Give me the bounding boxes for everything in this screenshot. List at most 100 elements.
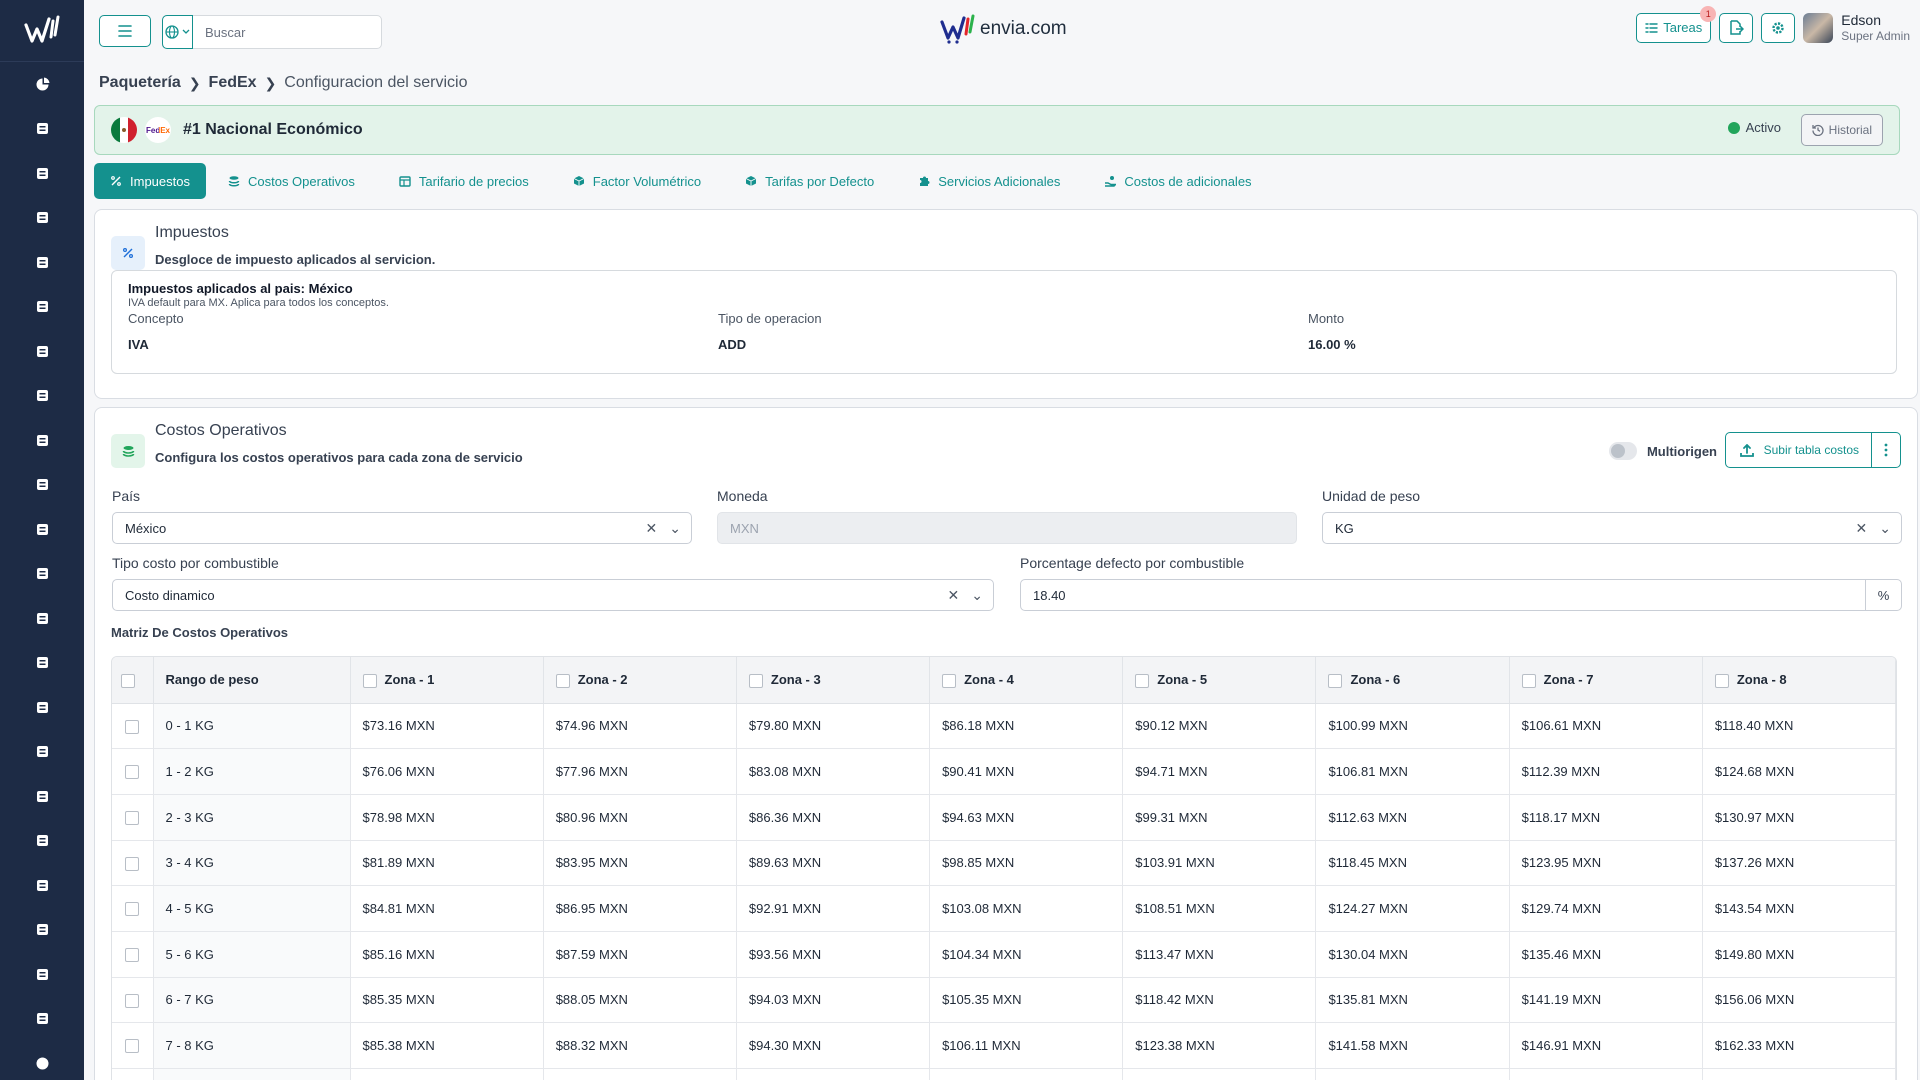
cost-cell[interactable]: $90.41 MXN [929,748,1124,795]
cost-cell[interactable]: $104.34 MXN [929,931,1124,978]
cost-cell[interactable]: $85.16 MXN [350,931,544,978]
tareas-button[interactable]: Tareas 1 [1636,5,1717,43]
cost-cell[interactable]: $94.30 MXN [736,1022,931,1069]
more-options-button[interactable] [1872,433,1900,467]
avatar[interactable] [1803,12,1834,43]
cost-cell[interactable]: $78.98 MXN [350,794,544,841]
cost-cell[interactable]: $113.47 MXN [1122,931,1317,978]
cost-cell[interactable]: $98.85 MXN [929,840,1124,887]
cost-cell[interactable]: $106.11 MXN [929,1022,1124,1069]
sidebar-item[interactable] [0,374,84,419]
zone-checkbox[interactable] [1328,673,1343,688]
sidebar-item[interactable] [0,62,84,107]
chevron-down-icon[interactable]: ⌄ [1879,520,1891,537]
cost-cell[interactable]: $162.33 MXN [1702,1022,1896,1069]
zone-checkbox[interactable] [942,673,957,688]
sidebar-item[interactable] [0,685,84,730]
select-all-checkbox[interactable] [121,673,136,688]
cost-cell[interactable]: $84.81 MXN [350,885,544,932]
sidebar-item[interactable] [0,463,84,508]
sidebar-logo[interactable] [0,0,84,62]
sidebar-item[interactable] [0,730,84,775]
cost-cell[interactable]: $129.74 MXN [1509,885,1703,932]
row-checkbox[interactable] [125,856,140,871]
zone-checkbox[interactable] [1521,673,1536,688]
language-button[interactable] [162,15,193,49]
tab-tarifas-por-defecto[interactable]: Tarifas por Defecto [723,163,896,199]
porcentaje-combustible-input[interactable]: 18.40 % [1020,579,1902,611]
sidebar-item[interactable] [0,819,84,864]
cost-cell[interactable]: $143.54 MXN [1702,885,1896,932]
cost-cell[interactable]: $147.35 MXN [1315,1068,1510,1080]
sidebar-item[interactable] [0,107,84,152]
cost-cell[interactable]: $81.89 MXN [350,840,544,887]
cost-cell[interactable]: $85.38 MXN [350,1022,544,1069]
sidebar-item[interactable] [0,774,84,819]
cost-cell[interactable]: $156.06 MXN [1702,977,1896,1024]
sidebar-item[interactable] [0,908,84,953]
breadcrumb-fedex[interactable]: FedEx [209,74,257,92]
cost-cell[interactable]: $90.12 MXN [1122,703,1317,750]
settings-button[interactable] [1761,12,1796,43]
cost-cell[interactable]: $85.35 MXN [350,977,544,1024]
sidebar-item[interactable] [0,196,84,241]
upload-costs-button[interactable]: Subir tabla costos [1726,433,1872,467]
unidad-peso-select[interactable]: KG ✕ ⌄ [1322,512,1902,544]
pais-select[interactable]: México ✕ ⌄ [112,512,692,544]
sidebar-item[interactable] [0,151,84,196]
cost-cell[interactable]: $106.81 MXN [1315,748,1510,795]
sidebar-item[interactable] [0,329,84,374]
row-checkbox[interactable] [125,719,140,734]
cost-cell[interactable]: $124.27 MXN [1315,885,1510,932]
sidebar-item[interactable] [0,240,84,285]
cost-cell[interactable]: $106.61 MXN [1509,703,1703,750]
tab-tarifario-de-precios[interactable]: Tarifario de precios [377,163,551,199]
clear-icon[interactable]: ✕ [646,520,658,537]
row-checkbox[interactable] [125,811,140,825]
cost-cell[interactable]: $85.35 MXN [350,1068,544,1080]
cost-cell[interactable]: $83.08 MXN [736,748,931,795]
tab-costos-operativos[interactable]: Costos Operativos [206,163,377,199]
cost-cell[interactable]: $94.71 MXN [1122,748,1317,795]
cost-cell[interactable]: $105.35 MXN [929,977,1124,1024]
cost-cell[interactable]: $106.86 MXN [929,1068,1124,1080]
cost-cell[interactable]: $123.38 MXN [1122,1022,1317,1069]
cost-cell[interactable]: $86.95 MXN [543,885,737,932]
cost-cell[interactable]: $112.63 MXN [1315,794,1510,841]
tab-costos-de-adicionales[interactable]: Costos de adicionales [1082,163,1273,199]
cost-cell[interactable]: $118.45 MXN [1315,840,1510,887]
zone-checkbox[interactable] [748,673,763,688]
cost-cell[interactable]: $94.63 MXN [929,794,1124,841]
cost-cell[interactable]: $80.96 MXN [543,794,737,841]
cost-cell[interactable]: $118.40 MXN [1702,703,1896,750]
sidebar-item[interactable] [0,997,84,1042]
sidebar-item[interactable] [0,418,84,463]
cost-cell[interactable]: $108.51 MXN [1122,885,1317,932]
sidebar-item[interactable] [0,952,84,997]
sidebar-item[interactable] [0,863,84,908]
sidebar-item[interactable] [0,285,84,330]
cost-cell[interactable]: $94.03 MXN [736,977,931,1024]
cost-cell[interactable]: $141.58 MXN [1315,1022,1510,1069]
menu-button[interactable] [99,15,151,47]
chevron-down-icon[interactable]: ⌄ [971,587,983,604]
cost-cell[interactable]: $93.56 MXN [736,931,931,978]
cost-cell[interactable]: $146.91 MXN [1509,1022,1703,1069]
cost-cell[interactable]: $135.81 MXN [1315,977,1510,1024]
row-checkbox[interactable] [125,993,140,1008]
cost-cell[interactable]: $86.18 MXN [929,703,1124,750]
cost-cell[interactable]: $94.37 MXN [736,1068,931,1080]
chevron-down-icon[interactable]: ⌄ [669,520,681,537]
breadcrumb-paqueteria[interactable]: Paquetería [99,74,181,92]
cost-cell[interactable]: $152.64 MXN [1509,1068,1703,1080]
zone-checkbox[interactable] [1135,673,1150,688]
cost-cell[interactable]: $118.42 MXN [1122,977,1317,1024]
cost-cell[interactable]: $73.16 MXN [350,703,544,750]
historial-button[interactable]: Historial [1800,114,1883,146]
cost-cell[interactable]: $86.36 MXN [736,794,931,841]
sidebar-item[interactable] [0,641,84,686]
cost-cell[interactable]: $99.31 MXN [1122,794,1317,841]
zone-checkbox[interactable] [1714,673,1729,688]
search-input[interactable] [193,16,381,48]
cost-cell[interactable]: $103.08 MXN [929,885,1124,932]
